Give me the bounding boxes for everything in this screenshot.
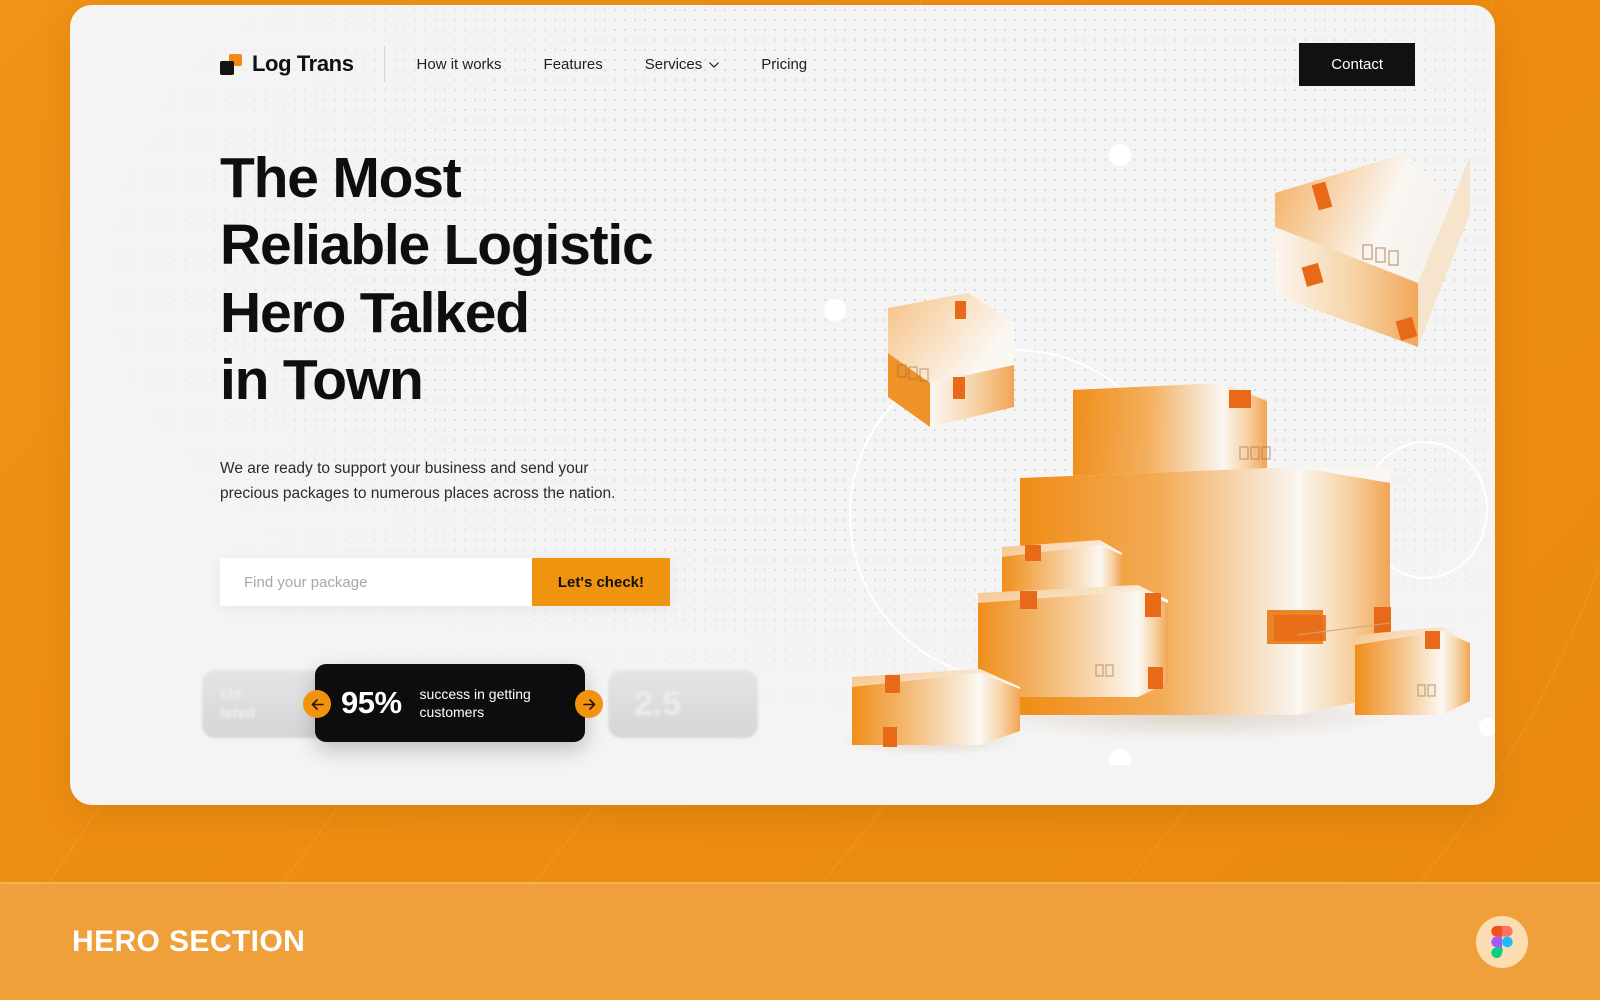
- stat-value: 95%: [341, 685, 402, 721]
- stats-carousel: cts leted 95% success in getting custome…: [202, 664, 758, 743]
- hero-content-left: The Most Reliable Logistic Hero Talked i…: [202, 145, 780, 743]
- back-medium-box: [1073, 383, 1271, 480]
- stacked-cardboard-packages-illustration: [770, 115, 1495, 765]
- carousel-next-button[interactable]: [575, 690, 603, 719]
- section-label: HERO SECTION: [72, 925, 306, 958]
- top-navigation-bar: Log Trans How it works Features Services: [70, 5, 1495, 123]
- hero-subtext: We are ready to support your business an…: [220, 460, 616, 503]
- nav-link-label: Pricing: [761, 55, 808, 73]
- floating-box-top-right: [1275, 155, 1470, 347]
- search-input[interactable]: [220, 558, 532, 607]
- section-footer-bar: HERO SECTION: [0, 882, 1600, 1000]
- low-wide-box: [852, 669, 1020, 747]
- nav-divider: [383, 46, 385, 82]
- figma-logo-icon[interactable]: [1476, 916, 1528, 968]
- hero-card: Log Trans How it works Features Services: [70, 5, 1495, 805]
- contact-button[interactable]: Contact: [1299, 42, 1415, 86]
- nav-link-label: Features: [543, 55, 603, 73]
- chevron-down-icon: [709, 62, 720, 68]
- stat-card-active[interactable]: 95% success in getting customers: [315, 664, 585, 743]
- two-squares-logo-icon: [220, 53, 242, 75]
- brand-logo-text: Log Trans: [252, 51, 354, 76]
- stat-card-previous-text: cts leted: [220, 684, 256, 723]
- stat-label: success in getting customers: [419, 685, 531, 721]
- brand-logo[interactable]: Log Trans: [220, 51, 354, 77]
- small-box-step-2: [978, 585, 1168, 697]
- page-stage: Log Trans How it works Features Services: [0, 0, 1600, 1000]
- stat-card-next[interactable]: 2.5: [608, 670, 758, 739]
- nav-link-how-it-works[interactable]: How it works: [417, 56, 502, 73]
- package-search-row: Let's check!: [220, 558, 670, 607]
- stat-card-next-value: 2.5: [634, 684, 682, 723]
- nav-link-label: How it works: [416, 55, 502, 73]
- nav-link-services[interactable]: Services: [645, 56, 720, 73]
- nav-link-features[interactable]: Features: [544, 56, 603, 73]
- nav-link-label: Services: [644, 55, 703, 73]
- search-submit-button[interactable]: Let's check!: [531, 558, 670, 607]
- page-title: The Most Reliable Logistic Hero Talked i…: [220, 146, 654, 412]
- arrow-right-icon: [582, 698, 595, 710]
- small-box-bottom-right: [1355, 627, 1470, 715]
- floating-box-left: [888, 293, 1014, 427]
- nav-links: How it works Features Services Pricing: [417, 56, 808, 73]
- nav-link-pricing[interactable]: Pricing: [761, 56, 807, 73]
- arrow-left-icon: [311, 698, 324, 710]
